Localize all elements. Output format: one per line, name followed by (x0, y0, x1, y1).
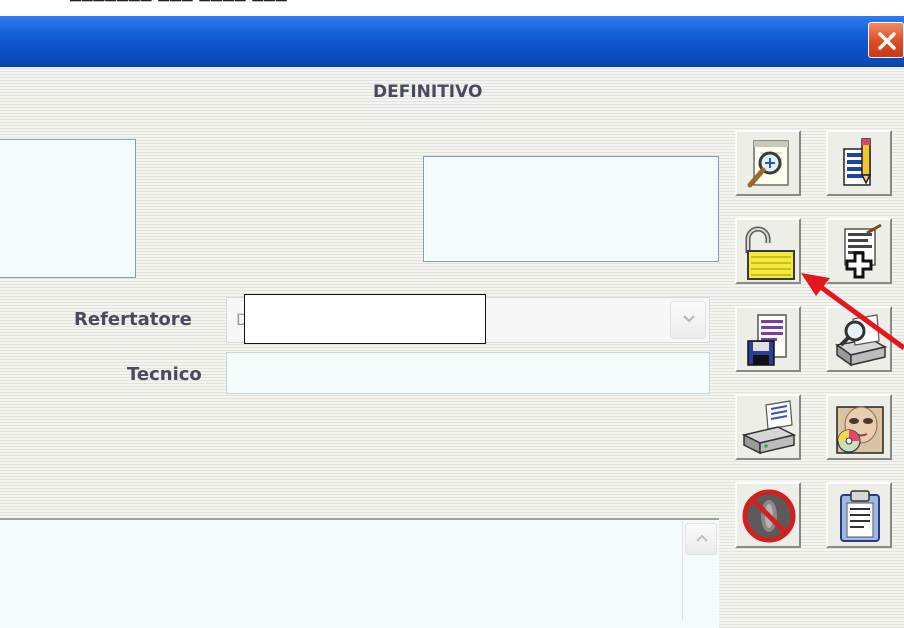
pencil-document-icon (843, 138, 872, 186)
edit-document-button[interactable] (826, 130, 892, 196)
clipped-text: ▀▀▀▀▀▀▀ ▀▀▀ ▀▀▀▀ ▀▀▀ (70, 0, 288, 10)
close-button[interactable] (868, 22, 904, 58)
clipboard-button[interactable] (826, 482, 892, 548)
section-title: DEFINITIVO (373, 82, 483, 102)
tecnico-label: Tecnico (127, 364, 202, 385)
chevron-up-icon (696, 534, 708, 542)
printer-magnifier-icon (835, 314, 888, 367)
clipboard-icon (840, 490, 880, 542)
printer-icon (741, 400, 797, 455)
refertatore-label: Refertatore (74, 309, 192, 330)
redaction-box (244, 294, 486, 344)
magnifier-document-icon (747, 140, 789, 188)
cancel-exam-button[interactable] (735, 482, 801, 548)
prohibited-xray-icon (742, 489, 796, 543)
print-button[interactable] (735, 394, 801, 460)
close-icon (878, 32, 896, 50)
open-padlock-icon (745, 226, 795, 280)
right-memo-field[interactable] (423, 156, 719, 262)
unlock-button[interactable] (735, 218, 801, 284)
document-plus-icon (844, 223, 882, 279)
scroll-up-button[interactable] (685, 523, 717, 555)
vertical-scrollbar[interactable] (682, 521, 719, 621)
add-report-button[interactable] (826, 218, 892, 284)
preview-document-button[interactable] (735, 130, 801, 196)
chevron-down-icon (683, 315, 695, 323)
save-report-button[interactable] (735, 306, 801, 372)
tecnico-input[interactable] (226, 352, 710, 394)
left-memo-field[interactable] (0, 139, 136, 278)
face-cd-folder-icon (836, 406, 884, 454)
notes-textarea[interactable] (0, 518, 719, 628)
floppy-document-icon (747, 314, 787, 366)
patient-images-button[interactable] (826, 394, 892, 460)
window-title-bar[interactable] (0, 16, 904, 67)
print-preview-button[interactable] (826, 306, 892, 372)
dropdown-button[interactable] (670, 301, 706, 339)
background-window-strip: ▀▀▀▀▀▀▀ ▀▀▀ ▀▀▀▀ ▀▀▀ (0, 0, 904, 16)
